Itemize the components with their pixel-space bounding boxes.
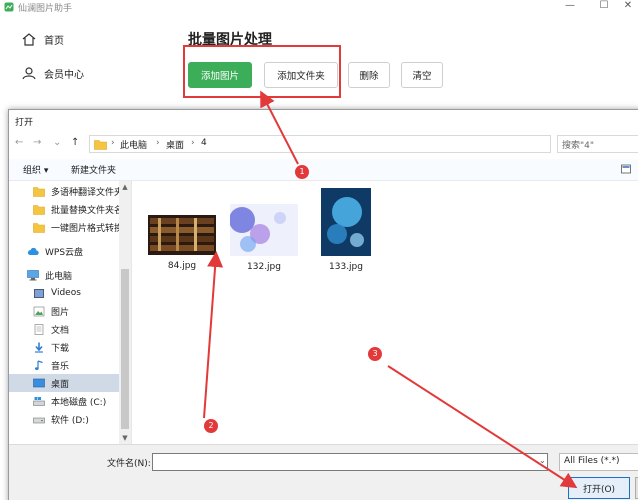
nav-item-music[interactable]: 音乐	[9, 356, 119, 374]
open-button[interactable]: 打开(O)	[568, 477, 630, 499]
app-sidebar: 首页 会员中心	[0, 20, 150, 110]
app-title: 仙澜图片助手	[18, 4, 73, 14]
annotation-badge: 1	[295, 165, 309, 179]
recent-locations-button[interactable]: ⌄	[53, 137, 61, 155]
search-input[interactable]: 搜索"4"	[557, 135, 638, 153]
chevron-down-icon[interactable]: ⌄	[539, 456, 546, 465]
maximize-button[interactable]: ☐	[596, 0, 612, 14]
filename-label: 文件名(N):	[107, 459, 151, 469]
home-icon	[22, 32, 36, 46]
cloud-icon	[27, 247, 39, 255]
file-item[interactable]: 84.jpg	[142, 215, 222, 271]
nav-item-drive-d[interactable]: 软件 (D:)	[9, 410, 119, 428]
nav-item-videos[interactable]: Videos	[9, 284, 119, 302]
dialog-footer: 文件名(N): ⌄ All Files (*.*) 打开(O)	[9, 444, 638, 500]
nav-pane-scrollbar[interactable]: ▲ ▼	[119, 181, 131, 444]
file-type-select[interactable]: All Files (*.*)	[559, 453, 638, 471]
clear-button[interactable]: 清空	[401, 62, 443, 88]
scrollbar-thumb[interactable]	[121, 269, 129, 429]
sidebar-item-member[interactable]: 会员中心	[22, 63, 84, 83]
dialog-toolbar: 组织 ▾ 新建文件夹	[9, 159, 638, 181]
nav-item-pictures[interactable]: 图片	[9, 302, 119, 320]
navigation-pane: 多语种翻译文件夹 批量替换文件夹名 一键图片格式转换 WPS云盘 此电脑 Vid…	[9, 181, 131, 444]
sidebar-item-home[interactable]: 首页	[22, 29, 64, 49]
organize-button[interactable]: 组织 ▾	[23, 163, 48, 176]
nav-item-drive-c[interactable]: 本地磁盘 (C:)	[9, 392, 119, 410]
file-name: 132.jpg	[247, 262, 281, 272]
folder-icon	[33, 222, 45, 233]
sidebar-item-label: 首页	[44, 35, 64, 47]
nav-item-desktop[interactable]: 桌面	[9, 374, 119, 392]
folder-icon	[33, 204, 45, 215]
nav-item-downloads[interactable]: 下载	[9, 338, 119, 356]
scroll-up-icon[interactable]: ▲	[119, 181, 131, 193]
drive-icon	[33, 396, 45, 406]
nav-item-folder[interactable]: 多语种翻译文件夹	[9, 182, 119, 200]
nav-item-documents[interactable]: 文档	[9, 320, 119, 338]
delete-button[interactable]: 删除	[348, 62, 390, 88]
music-icon	[35, 359, 43, 370]
forward-button[interactable]: →	[33, 137, 41, 155]
scroll-down-icon[interactable]: ▼	[119, 432, 131, 444]
open-file-dialog: 打开 ← → ⌄ ↑ › 此电脑 › 桌面 › 4 ⌄ ↻ 搜索"4" 组织 ▾…	[8, 109, 638, 500]
folder-icon	[33, 186, 45, 197]
annotation-badge: 2	[204, 419, 218, 433]
breadcrumb-item[interactable]: 4	[201, 138, 207, 148]
breadcrumb-separator: ›	[111, 138, 115, 148]
image-thumbnail-icon	[148, 215, 216, 255]
nav-item-folder[interactable]: 一键图片格式转换	[9, 218, 119, 236]
breadcrumb-item[interactable]: 此电脑	[120, 138, 147, 151]
annotation-badge: 3	[368, 347, 382, 361]
breadcrumb-item[interactable]: 桌面	[166, 138, 184, 151]
image-thumbnail-icon	[321, 188, 371, 256]
screen: 仙澜图片助手 — ☐ ✕ 首页 会员中心 批量图片处理 添加图片 添加文件夹 删…	[0, 0, 638, 500]
nav-item-this-pc[interactable]: 此电脑	[9, 266, 119, 284]
video-icon	[34, 288, 44, 298]
breadcrumb-separator: ›	[191, 138, 195, 148]
file-item[interactable]: 132.jpg	[224, 204, 304, 272]
file-item[interactable]: 133.jpg	[306, 188, 386, 272]
nav-item-folder[interactable]: 批量替换文件夹名	[9, 200, 119, 218]
folder-icon	[94, 140, 107, 150]
sidebar-item-label: 会员中心	[44, 69, 84, 81]
documents-icon	[34, 323, 44, 335]
computer-icon	[27, 269, 39, 280]
file-list: 84.jpg 132.jpg 133.jpg	[131, 181, 638, 444]
dialog-title: 打开	[15, 118, 34, 128]
address-bar[interactable]: › 此电脑 › 桌面 › 4 ⌄	[89, 135, 625, 153]
nav-item-wps-cloud[interactable]: WPS云盘	[9, 242, 119, 260]
close-button[interactable]: ✕	[620, 0, 636, 14]
back-button[interactable]: ←	[15, 137, 23, 155]
breadcrumb-separator: ›	[156, 138, 160, 148]
file-name: 84.jpg	[167, 261, 197, 271]
drive-icon	[33, 417, 45, 423]
highlight-box	[183, 45, 341, 98]
up-button[interactable]: ↑	[71, 137, 79, 155]
download-icon	[35, 342, 43, 353]
new-folder-button[interactable]: 新建文件夹	[71, 163, 116, 176]
minimize-button[interactable]: —	[562, 0, 578, 14]
desktop-icon	[33, 378, 45, 387]
user-icon	[22, 66, 36, 79]
file-name: 133.jpg	[329, 262, 363, 272]
filename-input[interactable]	[152, 453, 548, 471]
app-titlebar: 仙澜图片助手 — ☐ ✕	[0, 0, 638, 14]
image-thumbnail-icon	[229, 204, 298, 256]
pictures-icon	[33, 306, 45, 316]
view-mode-icon[interactable]	[621, 164, 631, 174]
app-logo-icon	[4, 2, 14, 12]
